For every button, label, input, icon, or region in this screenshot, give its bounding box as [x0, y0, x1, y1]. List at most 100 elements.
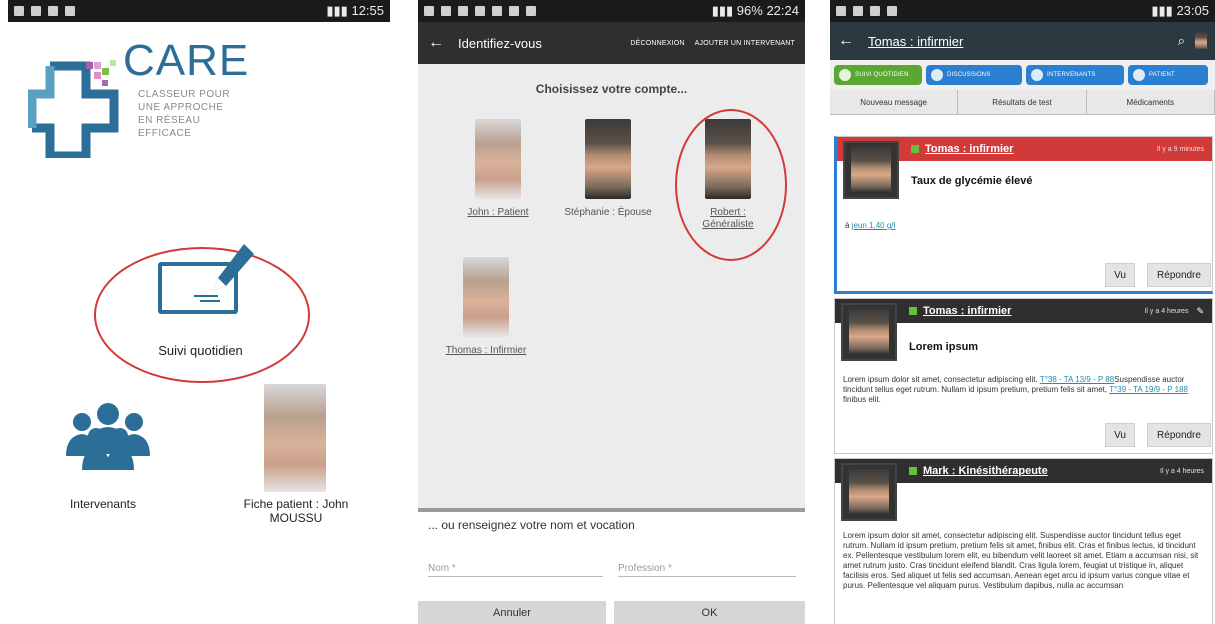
message-text: à — [845, 221, 852, 230]
edit-icon[interactable]: ✎ — [1196, 306, 1204, 317]
search-icon[interactable]: ⌕ — [1178, 33, 1185, 49]
tab-resultats-test[interactable]: Résultats de test — [958, 90, 1087, 114]
status-time: 22:24 — [766, 3, 799, 18]
tab-patient[interactable]: PATIENT — [1128, 65, 1208, 85]
measure-link[interactable]: T°39 - TA 19/9 - P 188 — [1109, 385, 1188, 394]
account-label: Thomas : Infirmier — [445, 345, 527, 356]
status-bar: ▮▮▮ 96% 22:24 — [418, 0, 805, 22]
patient-photo — [264, 384, 326, 492]
status-square-icon — [909, 467, 917, 475]
status-square-icon — [909, 307, 917, 315]
message-time: Il y a 9 minutes — [1156, 145, 1204, 153]
manual-entry-label: ... ou renseignez votre nom et vocation — [428, 518, 635, 532]
author-avatar — [843, 141, 899, 199]
tab-discussions[interactable]: DISCUSSIONS — [926, 65, 1022, 85]
logout-button[interactable]: DÉCONNEXION — [630, 40, 684, 47]
profession-field[interactable]: Profession * — [618, 555, 796, 577]
photo-icon — [65, 6, 75, 16]
people-icon — [1031, 69, 1043, 81]
reply-button[interactable]: Répondre — [1147, 263, 1211, 287]
chat-icon — [839, 69, 851, 81]
cancel-button[interactable]: Annuler — [418, 601, 606, 624]
message-card: Mark : Kinésithérapeute Il y a 4 heures … — [834, 458, 1213, 624]
message-author[interactable]: Tomas : infirmier — [923, 305, 1144, 317]
page-title: Identifiez-vous — [458, 35, 542, 51]
tab-label: DISCUSSIONS — [947, 72, 991, 78]
choose-account-label: Choisissez votre compte... — [535, 82, 688, 96]
message-body: Lorem ipsum dolor sit amet, consectetur … — [843, 375, 1204, 405]
page-title[interactable]: Tomas : infirmier — [868, 34, 1178, 49]
tablet-icon — [870, 6, 880, 16]
avatar — [585, 119, 631, 199]
seen-button[interactable]: Vu — [1105, 263, 1135, 287]
avatar[interactable] — [1195, 32, 1207, 50]
photo-icon — [887, 6, 897, 16]
notification-icon — [14, 6, 24, 16]
message-card: Tomas : infirmier Il y a 4 heures ✎ Lore… — [834, 298, 1213, 454]
status-square-icon — [911, 145, 919, 153]
message-body: Lorem ipsum dolor sit amet, consectetur … — [843, 531, 1199, 590]
pencil-icon — [214, 244, 254, 290]
account-item-john[interactable]: John : Patient — [443, 119, 553, 219]
home-screen: ▮▮▮ 12:55 CARE Classeur pour une Approch… — [8, 0, 390, 624]
cross-logo-icon — [28, 60, 119, 158]
status-bar: ▮▮▮ 23:05 — [830, 0, 1215, 22]
account-label: Stéphanie : Épouse — [564, 207, 652, 218]
download-icon — [492, 6, 502, 16]
back-arrow-icon[interactable]: ← — [838, 32, 854, 50]
tab-intervenants[interactable]: INTERVENANTS — [1026, 65, 1124, 85]
people-icon — [66, 403, 150, 470]
app-bar: ← Identifiez-vous DÉCONNEXION AJOUTER UN… — [418, 22, 805, 64]
message-author[interactable]: Tomas : infirmier — [925, 143, 1157, 155]
measure-link[interactable]: T°38 - TA 13/9 - P 88 — [1040, 375, 1114, 384]
battery-percent: 96% — [736, 3, 763, 18]
reply-button[interactable]: Répondre — [1147, 423, 1211, 447]
logo-subtitle-line: en Réseau Efficace — [138, 115, 201, 139]
tab-suivi-quotidien[interactable]: SUIVI QUOTIDIEN — [834, 65, 922, 85]
mail-icon — [458, 6, 468, 16]
signal-icon: ▮▮▮ — [1151, 3, 1177, 18]
divider — [418, 508, 805, 512]
name-field[interactable]: Nom * — [428, 555, 603, 577]
tab-label: SUIVI QUOTIDIEN — [855, 72, 909, 78]
author-avatar — [841, 463, 897, 521]
message-title: Taux de glycémie élevé — [911, 175, 1033, 187]
speech-bubble-icon — [931, 69, 943, 81]
message-time: Il y a 4 heures — [1144, 307, 1189, 315]
avatar — [849, 469, 889, 515]
logo-subtitle-line: une Approche — [138, 102, 224, 113]
tab-nouveau-message[interactable]: Nouveau message — [830, 90, 959, 114]
intervenants-label: Intervenants — [69, 497, 137, 511]
avatar — [849, 309, 889, 355]
account-chooser: Choisissez votre compte... John : Patien… — [418, 64, 805, 508]
download-icon — [509, 6, 519, 16]
message-text: Lorem ipsum dolor sit amet, consectetur … — [843, 375, 1040, 384]
account-item-stephanie[interactable]: Stéphanie : Épouse — [553, 119, 663, 219]
notification-icon — [424, 6, 434, 16]
sub-tabs: Nouveau message Résultats de test Médica… — [830, 90, 1215, 115]
cloud-icon — [853, 6, 863, 16]
download-icon — [475, 6, 485, 16]
info-icon — [1133, 69, 1145, 81]
feed-screen: ▮▮▮ 23:05 ← Tomas : infirmier ⌕ SUIVI QU… — [830, 0, 1215, 624]
message-body: à jeun 1,40 g/l — [845, 221, 1204, 231]
account-item-thomas[interactable]: Thomas : Infirmier — [431, 257, 541, 357]
signal-icon: ▮▮▮ — [326, 3, 352, 18]
logo-title: CARE — [123, 36, 250, 85]
message-time: Il y a 4 heures — [1160, 467, 1204, 475]
back-arrow-icon[interactable]: ← — [428, 34, 444, 52]
add-intervenant-button[interactable]: AJOUTER UN INTERVENANT — [695, 40, 795, 47]
highlight-circle — [675, 109, 787, 261]
ok-button[interactable]: OK — [614, 601, 805, 624]
message-card: Tomas : infirmier Il y a 9 minutes Taux … — [834, 136, 1213, 294]
avatar — [463, 257, 509, 337]
author-avatar — [841, 303, 897, 361]
tab-medicaments[interactable]: Médicaments — [1087, 90, 1215, 114]
avatar — [475, 119, 521, 199]
message-author[interactable]: Mark : Kinésithérapeute — [923, 465, 1160, 477]
tab-label: INTERVENANTS — [1047, 72, 1096, 78]
measure-link[interactable]: jeun 1,40 g/l — [852, 221, 896, 230]
main-tabs: SUIVI QUOTIDIEN DISCUSSIONS INTERVENANTS… — [830, 60, 1215, 90]
profession-field-placeholder: Profession * — [618, 563, 672, 574]
seen-button[interactable]: Vu — [1105, 423, 1135, 447]
